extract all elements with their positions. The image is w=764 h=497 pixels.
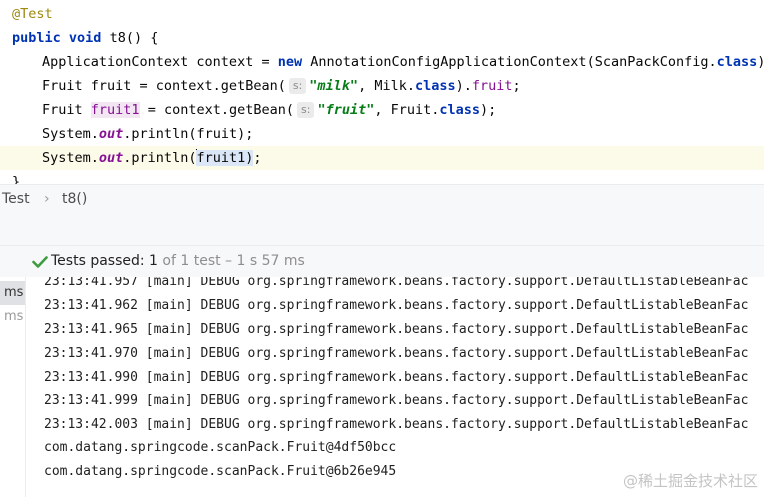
void-keyword: void — [68, 30, 102, 46]
method-signature: t8() { — [101, 30, 159, 46]
fruit1-type: Fruit — [42, 102, 91, 118]
closing-brace: } — [12, 174, 21, 184]
console-output[interactable]: 23:13:41.957 [main] DEBUG org.springfram… — [26, 277, 764, 497]
println-open: .println( — [123, 150, 197, 166]
code-line-println-fruit[interactable]: System.out.println(fruit); — [42, 122, 764, 146]
field-access-dot: ). — [455, 78, 472, 94]
code-editor[interactable]: @Test public void t8() { ApplicationCont… — [0, 0, 764, 184]
code-line-context[interactable]: ApplicationContext context = new Annotat… — [42, 50, 764, 74]
breadcrumb-class[interactable]: Test — [2, 185, 30, 214]
statement-end: ); — [757, 54, 764, 70]
console-line: 23:13:41.999 [main] DEBUG org.springfram… — [44, 393, 749, 408]
test-status-bar: Tests passed: 1 of 1 test – 1 s 57 ms — [0, 245, 764, 278]
statement-end: ; — [253, 150, 262, 166]
parameter-hint: s: — [288, 78, 307, 94]
watermark: @稀土掘金技术社区 — [622, 472, 758, 490]
system-ref: System. — [42, 126, 99, 142]
out-field: out — [98, 126, 124, 142]
fruit1-variable: fruit1 — [90, 102, 140, 118]
class-keyword: class — [414, 78, 456, 94]
system-ref: System. — [42, 150, 99, 166]
fruit-declaration: Fruit fruit = context.getBean( — [42, 78, 286, 94]
test-tree-item[interactable]: ms — [0, 281, 25, 305]
getbean-call: = context.getBean( — [139, 102, 294, 118]
run-toolbar-area — [0, 214, 764, 245]
fruit-class-ref: , Fruit. — [374, 102, 440, 118]
out-field: out — [98, 150, 124, 166]
println-call: .println(fruit); — [123, 126, 254, 142]
test-tree-pane[interactable]: ms ms — [0, 277, 26, 497]
fruit1-reference: fruit1 — [196, 150, 246, 166]
milk-class-ref: , Milk. — [358, 78, 415, 94]
context-constructor: AnnotationConfigApplicationContext(ScanP… — [302, 54, 717, 70]
console-line: com.datang.springcode.scanPack.Fruit@4df… — [44, 440, 397, 455]
console-line: 23:13:41.965 [main] DEBUG org.springfram… — [44, 322, 749, 337]
test-annotation: @Test — [12, 6, 53, 22]
breadcrumb-separator: › — [44, 191, 50, 207]
console-line: 23:13:41.990 [main] DEBUG org.springfram… — [44, 370, 749, 385]
public-keyword: public — [12, 30, 61, 46]
parameter-hint: s: — [297, 102, 315, 118]
tests-passed-label: Tests passed: — [51, 253, 150, 269]
test-tree-item[interactable]: ms — [0, 305, 25, 329]
code-line-fruit[interactable]: Fruit fruit = context.getBean(s: "milk", … — [42, 74, 764, 98]
string-literal-fruit: "fruit" — [317, 102, 375, 118]
console-line: 23:13:41.957 [main] DEBUG org.springfram… — [44, 277, 749, 289]
context-declaration: ApplicationContext context = — [42, 54, 278, 70]
check-icon — [32, 246, 48, 277]
code-line-println-fruit1[interactable]: System.out.println(fruit1); — [0, 146, 764, 170]
breadcrumb: Test › t8() — [0, 184, 764, 215]
code-line-close-brace[interactable]: } — [12, 170, 764, 184]
fruit-field: fruit — [471, 78, 513, 94]
code-line-method-signature[interactable]: public void t8() { — [12, 26, 764, 50]
tests-summary: of 1 test – 1 s 57 ms — [157, 253, 305, 269]
string-literal-milk: "milk" — [309, 78, 359, 94]
code-line-annotation[interactable]: @Test — [12, 2, 764, 26]
test-status-text: Tests passed: 1 of 1 test – 1 s 57 ms — [51, 246, 305, 277]
class-keyword: class — [439, 102, 481, 118]
statement-end: ); — [480, 102, 497, 118]
console-line: 23:13:42.003 [main] DEBUG org.springfram… — [44, 417, 749, 432]
console-line: 23:13:41.970 [main] DEBUG org.springfram… — [44, 346, 749, 361]
statement-end: ; — [512, 78, 521, 94]
class-keyword: class — [716, 54, 758, 70]
breadcrumb-method[interactable]: t8() — [62, 185, 87, 214]
new-keyword: new — [277, 54, 303, 70]
tests-passed-count: 1 — [149, 253, 158, 269]
code-line-fruit1[interactable]: Fruit fruit1 = context.getBean(s: "fruit"… — [42, 98, 764, 122]
console-line: 23:13:41.962 [main] DEBUG org.springfram… — [44, 298, 749, 313]
